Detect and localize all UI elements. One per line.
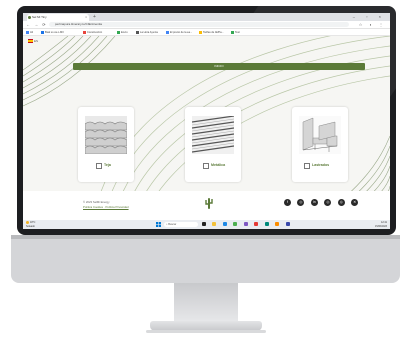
- url-field[interactable]: pertinapura.itinerary.to/CIEntinentia: [49, 22, 349, 27]
- bookmark-item[interactable]: Test: [231, 30, 240, 35]
- bookmark-icon: [136, 30, 139, 34]
- copyright-text: © 2023 SelMi Energy: [83, 200, 110, 204]
- metalica-checkbox[interactable]: [203, 163, 209, 169]
- ballast-mount-icon: [299, 116, 341, 154]
- address-bar-row: ← → ⟳ pertinapura.itinerary.to/CIEntinen…: [23, 21, 390, 29]
- task-view-icon[interactable]: [202, 222, 206, 226]
- nav-buttons[interactable]: ← → ⟳: [26, 22, 47, 28]
- bookmark-item[interactable]: La Hora Ayunta: [136, 30, 158, 35]
- bookmark-icon: [199, 30, 202, 34]
- bookmark-item[interactable]: Construcción: [83, 30, 102, 35]
- weather-widget[interactable]: 18°C Soleado: [26, 221, 35, 228]
- taskbar-apps: [202, 222, 292, 227]
- favicon-icon: [28, 16, 31, 19]
- monitor-chin: [11, 235, 400, 283]
- bookmarks-bar: Alt Bsal so ca o-MII Construcción Envío …: [23, 29, 390, 36]
- file-explorer-icon[interactable]: [212, 222, 217, 226]
- app-icon[interactable]: [264, 222, 269, 226]
- card-label: Metálica: [211, 163, 226, 167]
- window-controls[interactable]: – ▫ ×: [353, 14, 386, 20]
- taskbar: 18°C Soleado ⌕ Buscar 12:41 15/06/2023: [23, 220, 390, 229]
- bookmark-icon: [26, 30, 29, 34]
- inicio-banner[interactable]: INICIO: [73, 63, 365, 70]
- screen: Sel Mi Tiny × + – ▫ × ← → ⟳ pertinapura.…: [23, 13, 390, 229]
- monitor-chin-edge: [11, 235, 400, 239]
- edge-icon[interactable]: [222, 222, 227, 226]
- browser-tab[interactable]: Sel Mi Tiny ×: [27, 14, 89, 21]
- card-lastrados[interactable]: Lastrados: [292, 107, 348, 182]
- card-label: Teja: [104, 163, 111, 167]
- monitor-stand-neck: [174, 283, 238, 321]
- monitor: Sel Mi Tiny × + – ▫ × ← → ⟳ pertinapura.…: [17, 6, 396, 235]
- teams-icon[interactable]: [243, 222, 248, 226]
- windows-start-icon[interactable]: [156, 222, 161, 227]
- linkedin-icon[interactable]: in: [310, 199, 318, 206]
- teja-checkbox[interactable]: [96, 163, 102, 169]
- browser-action-icons[interactable]: ☆ ◐ ⋮: [359, 22, 386, 28]
- chrome-icon[interactable]: [233, 222, 238, 226]
- close-tab-icon[interactable]: ×: [85, 14, 87, 21]
- system-tray-clock[interactable]: 12:41 15/06/2023: [375, 221, 387, 228]
- app-icon[interactable]: [285, 222, 290, 226]
- legal-links[interactable]: Política Cookies · Política Privacidad: [83, 205, 129, 209]
- new-tab-icon[interactable]: +: [93, 14, 96, 20]
- bookmark-icon: [231, 30, 234, 34]
- bookmark-icon: [83, 30, 86, 34]
- spain-flag-icon: [28, 39, 33, 44]
- tab-strip: Sel Mi Tiny × + – ▫ ×: [23, 13, 390, 21]
- card-label: Lastrados: [312, 163, 330, 167]
- bookmark-icon: [166, 30, 169, 34]
- page-footer: © 2023 SelMi Energy Política Cookies · P…: [23, 191, 390, 220]
- bookmark-icon: [117, 30, 120, 34]
- cactus-logo-icon: [205, 198, 213, 209]
- tab-title: Sel Mi Tiny: [32, 15, 47, 19]
- metal-roof-icon: [192, 116, 234, 154]
- sun-icon: [26, 221, 29, 224]
- bookmark-item[interactable]: Tarifas de Ali/Pa...: [199, 30, 224, 35]
- bookmark-icon: [41, 30, 44, 34]
- bookmark-item[interactable]: El precio de la ea...: [166, 30, 192, 35]
- tile-roof-icon: [85, 116, 127, 154]
- language-selector[interactable]: ES: [28, 38, 38, 44]
- bookmark-item[interactable]: Alt: [26, 30, 33, 35]
- app-icon[interactable]: [254, 222, 259, 226]
- app-icon[interactable]: [275, 222, 280, 226]
- card-metalica[interactable]: Metálica: [185, 107, 241, 182]
- card-teja[interactable]: Teja: [78, 107, 134, 182]
- bookmark-item[interactable]: Envío: [117, 30, 128, 35]
- instagram-icon[interactable]: ◎: [297, 199, 305, 206]
- taskbar-search[interactable]: ⌕ Buscar: [164, 222, 198, 227]
- lastrados-checkbox[interactable]: [304, 163, 310, 169]
- pinterest-icon[interactable]: ◎: [337, 199, 345, 206]
- bookmark-item[interactable]: Bsal so ca o-MII: [41, 30, 64, 35]
- monitor-base-shadow: [146, 330, 266, 333]
- social-icons: f ◎ in ◎ ◎ ✕: [284, 199, 360, 207]
- youtube-icon[interactable]: ◎: [324, 199, 332, 206]
- facebook-icon[interactable]: f: [284, 199, 291, 206]
- x-twitter-icon[interactable]: ✕: [351, 199, 359, 206]
